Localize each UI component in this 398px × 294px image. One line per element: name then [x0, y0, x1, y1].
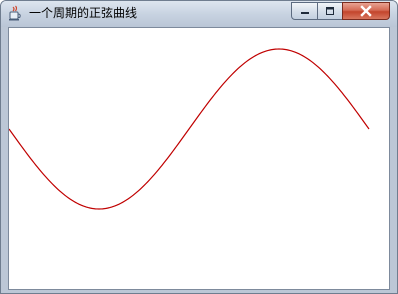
close-button[interactable] [342, 2, 390, 20]
title-bar[interactable]: 一个周期的正弦曲线 [1, 1, 397, 27]
java-cup-icon [9, 5, 21, 21]
minimize-button[interactable] [291, 2, 318, 20]
maximize-icon [326, 7, 334, 15]
minimize-icon [300, 12, 309, 14]
app-window: 一个周期的正弦曲线 [0, 0, 398, 294]
maximize-button[interactable] [317, 2, 343, 20]
window-title: 一个周期的正弦曲线 [29, 6, 138, 20]
close-icon [360, 5, 372, 17]
sine-curve [9, 48, 370, 210]
sine-plot [9, 48, 370, 210]
drawing-canvas [8, 27, 390, 290]
